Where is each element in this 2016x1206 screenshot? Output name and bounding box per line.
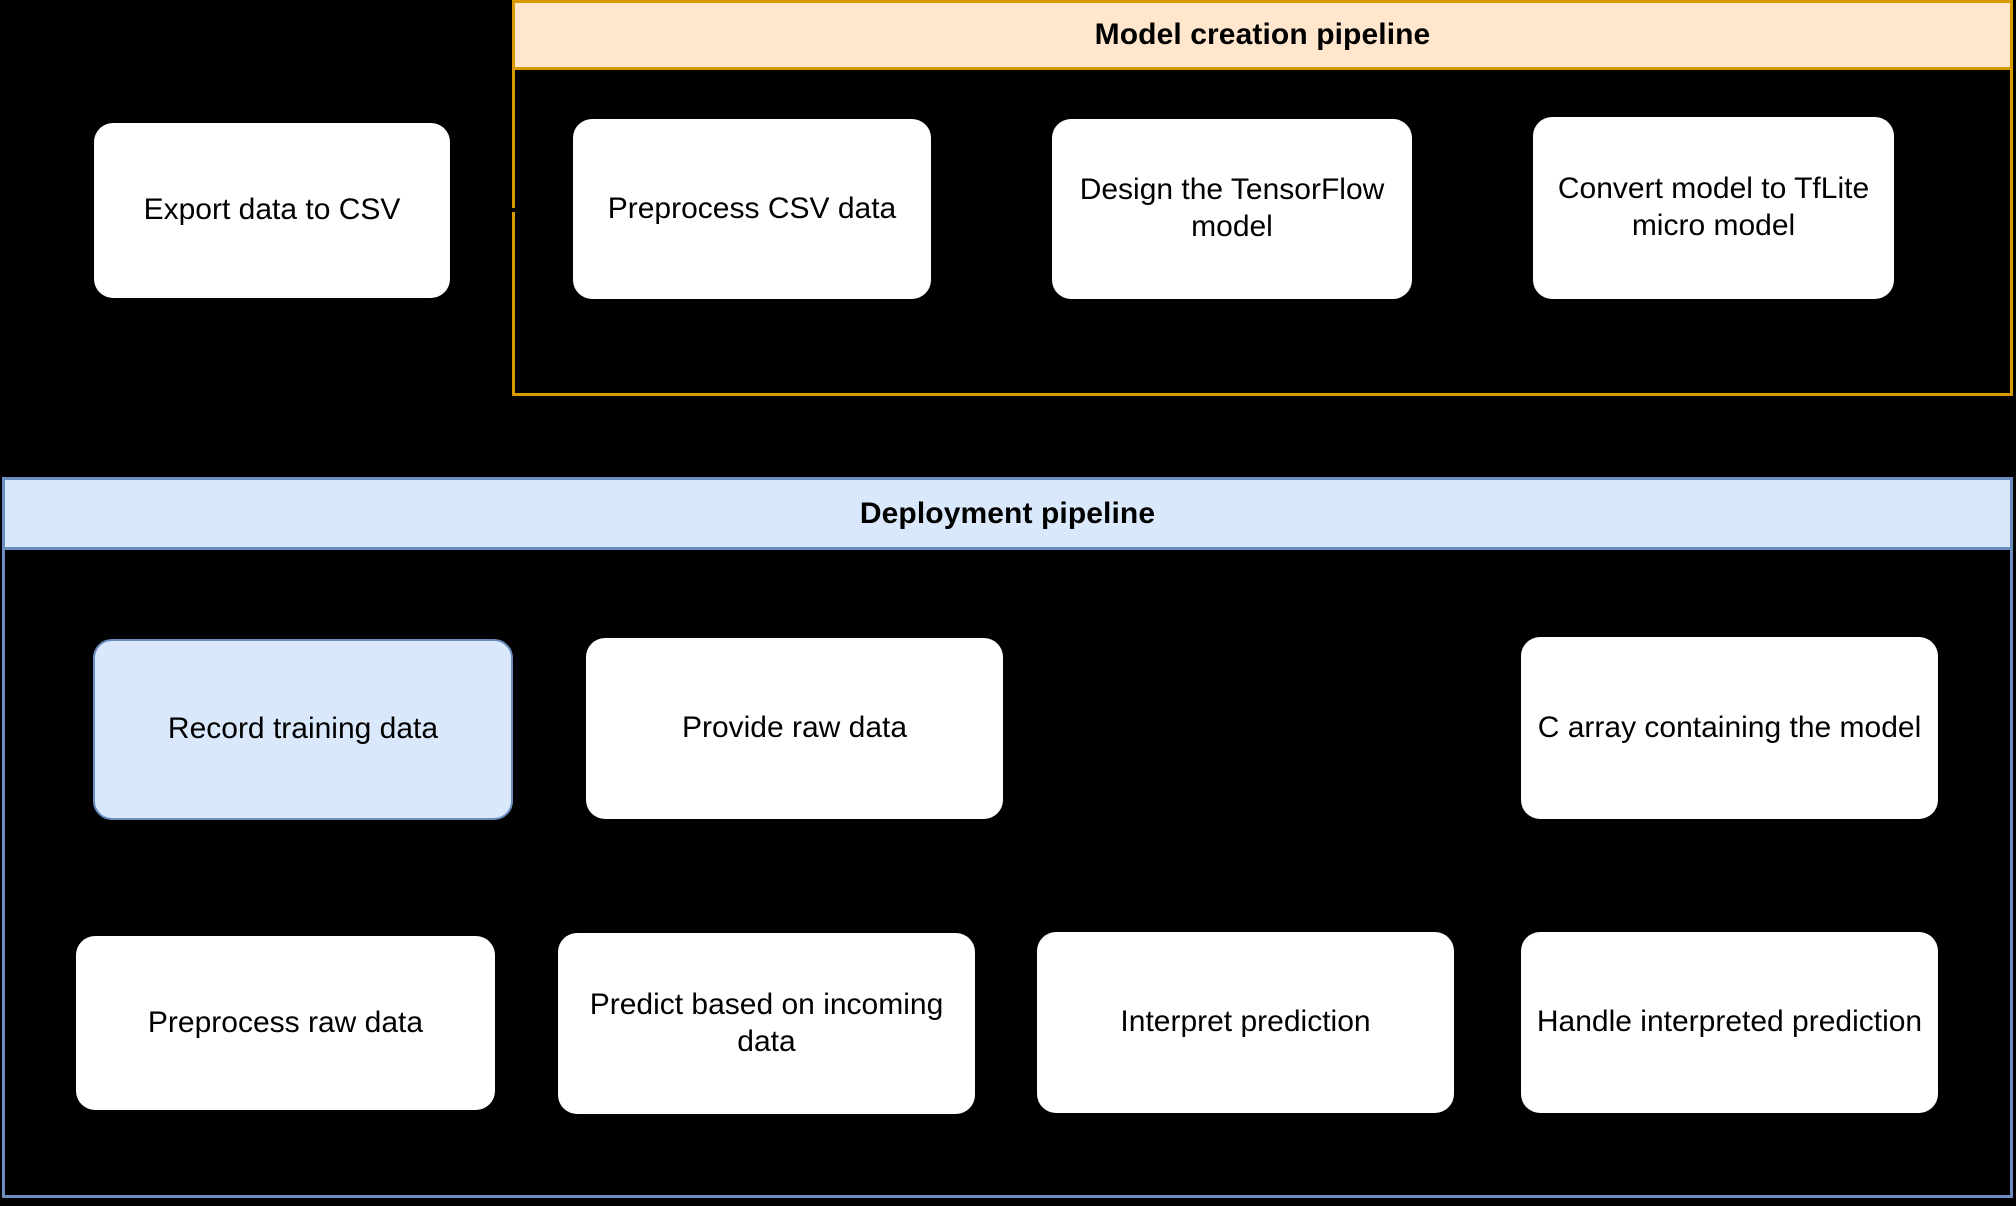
edge-export-to-preprocess[interactable] — [452, 208, 572, 212]
node-export-data-to-csv[interactable]: Export data to CSV — [94, 123, 450, 298]
node-label: Interpret prediction — [1120, 1005, 1371, 1039]
node-predict-based-on-incoming-data[interactable]: Predict based on incoming data — [558, 933, 975, 1114]
node-provide-raw-data[interactable]: Provide raw data — [586, 638, 1003, 819]
node-label: Design the TensorFlow model — [1079, 173, 1385, 243]
node-label: C array containing the model — [1537, 710, 1922, 744]
node-label: Convert model to TfLite micro model — [1557, 172, 1870, 242]
group-deployment-title: Deployment pipeline — [2, 477, 2013, 550]
node-design-tensorflow-model[interactable]: Design the TensorFlow model — [1052, 119, 1412, 299]
group-model-creation-title: Model creation pipeline — [512, 0, 2013, 70]
diagram-canvas: Model creation pipeline Deployment pipel… — [0, 0, 2016, 1206]
node-label: Handle interpreted prediction — [1536, 1005, 1923, 1039]
node-preprocess-csv-data[interactable]: Preprocess CSV data — [573, 119, 931, 299]
node-label: Record training data — [167, 712, 439, 746]
node-label: Predict based on incoming data — [589, 987, 944, 1058]
node-label: Provide raw data — [681, 711, 908, 745]
node-record-training-data[interactable]: Record training data — [93, 639, 513, 820]
node-handle-interpreted-prediction[interactable]: Handle interpreted prediction — [1521, 932, 1938, 1113]
node-preprocess-raw-data[interactable]: Preprocess raw data — [76, 936, 495, 1110]
node-convert-model-to-tflite-micro-model[interactable]: Convert model to TfLite micro model — [1533, 117, 1894, 299]
node-c-array-containing-the-model[interactable]: C array containing the model — [1521, 637, 1938, 819]
node-interpret-prediction[interactable]: Interpret prediction — [1037, 932, 1454, 1113]
node-label: Preprocess raw data — [147, 1005, 424, 1039]
node-label: Preprocess CSV data — [607, 191, 897, 225]
node-label: Export data to CSV — [143, 193, 401, 227]
